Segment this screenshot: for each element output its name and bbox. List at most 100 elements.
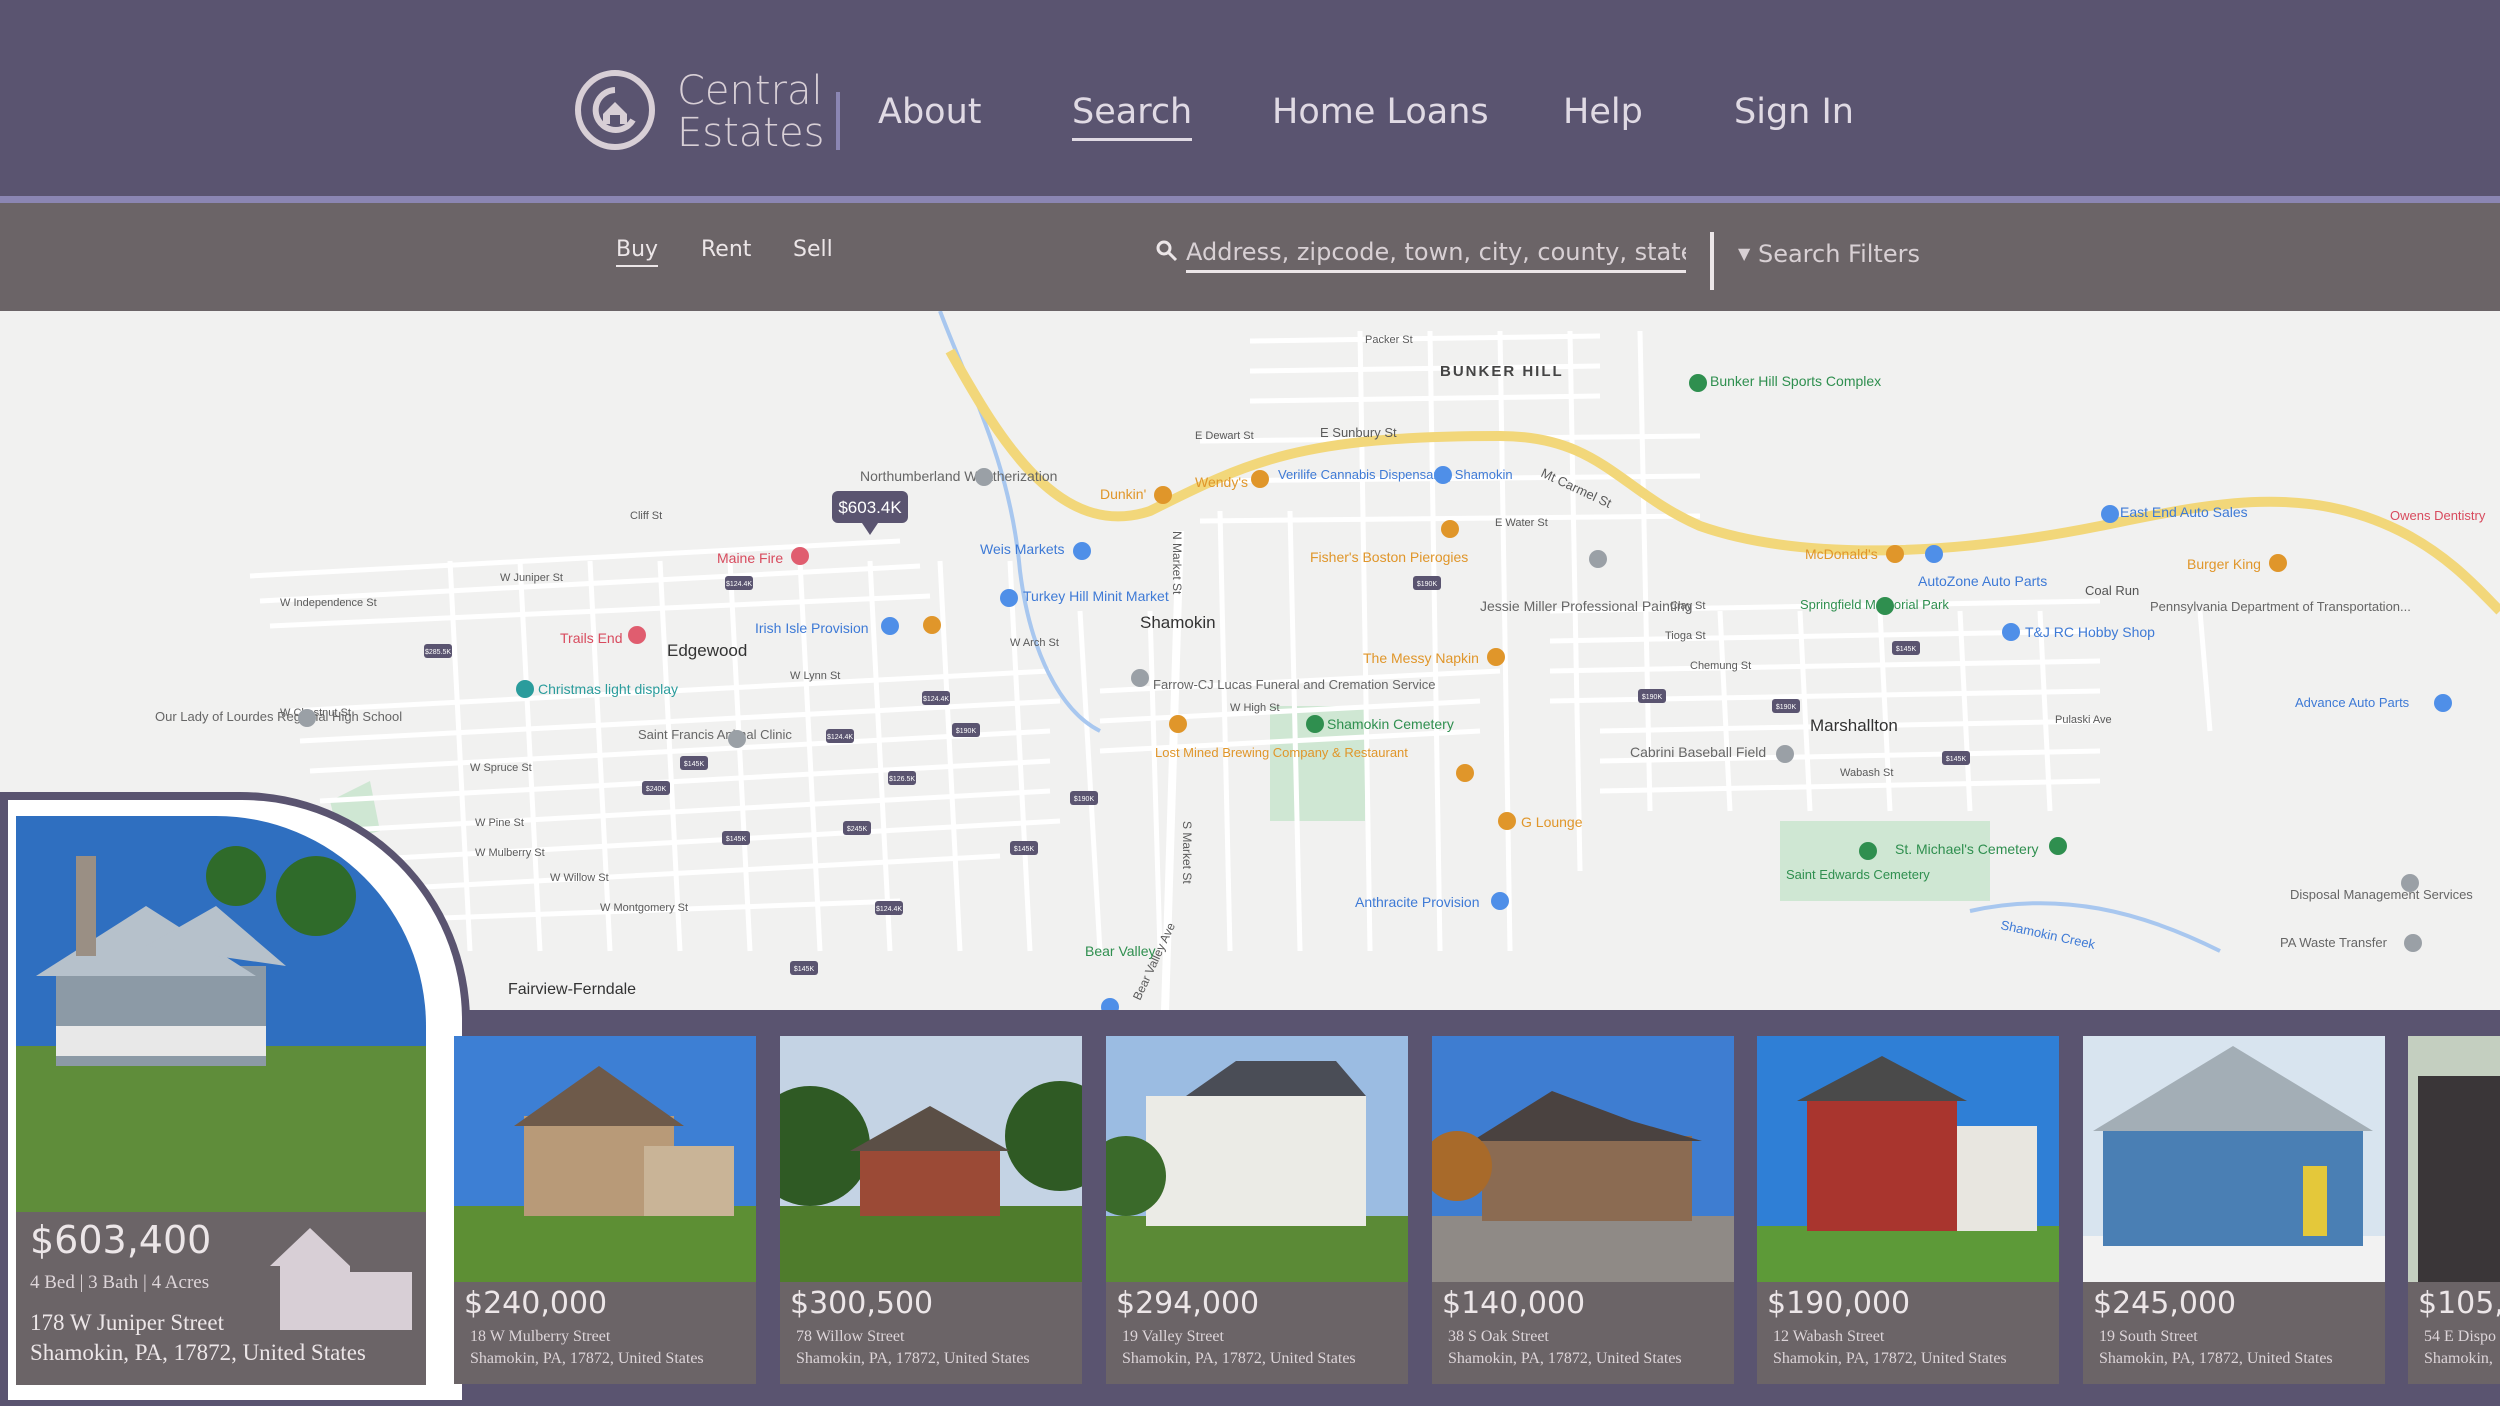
search-input[interactable] (1186, 234, 1686, 273)
svg-text:$190K: $190K (956, 728, 977, 735)
tab-buy[interactable]: Buy (616, 237, 659, 267)
listing-card[interactable]: $140,000 38 S Oak Street Shamokin, PA, 1… (1432, 1036, 1734, 1384)
place-penndot: Pennsylvania Department of Transportatio… (2150, 599, 2411, 614)
featured-city: Shamokin, PA, 17872, United States (30, 1340, 366, 1365)
listing-photo (1757, 1036, 2059, 1282)
place-wendys: Wendy's (1195, 474, 1248, 490)
listing-card[interactable]: $240,000 18 W Mulberry Street Shamokin, … (454, 1036, 756, 1384)
listing-street: 12 Wabash Street (1773, 1328, 1885, 1345)
search-icon[interactable] (1156, 240, 1178, 267)
listing-pin[interactable]: $285.5K (424, 644, 452, 658)
svg-text:$145K: $145K (1946, 756, 1967, 763)
listing-pin[interactable]: $124.4K (725, 576, 753, 590)
street-label-cliff: Cliff St (630, 510, 662, 522)
listing-price: $240,000 (464, 1286, 608, 1321)
listing-price: $140,000 (1442, 1286, 1586, 1321)
listing-pin[interactable]: $124.4K (826, 729, 854, 743)
listing-card[interactable]: $294,000 19 Valley Street Shamokin, PA, … (1106, 1036, 1408, 1384)
place-marshallton: Marshallton (1810, 716, 1898, 735)
nav-sign-in[interactable]: Sign In (1734, 92, 1854, 132)
listing-photo (454, 1036, 756, 1282)
listing-pin[interactable]: $145K (722, 831, 750, 845)
listing-pin[interactable]: $145K (1892, 641, 1920, 655)
listing-price: $190,000 (1767, 1286, 1911, 1321)
place-cemetery: Shamokin Cemetery (1327, 716, 1454, 732)
search-filters-label: Search Filters (1757, 240, 1920, 268)
nav-home-loans[interactable]: Home Loans (1272, 92, 1489, 132)
place-anthracite: Anthracite Provision (1355, 894, 1480, 910)
brand-line-1: Central (677, 68, 823, 114)
place-mcdonalds: McDonald's (1805, 546, 1878, 562)
listing-pin[interactable]: $145K (680, 756, 708, 770)
logo-icon[interactable] (575, 70, 655, 150)
listing-pin[interactable]: $190K (1070, 791, 1098, 805)
listing-pin[interactable]: $126.5K (888, 771, 916, 785)
listing-pin[interactable]: $190K (1638, 689, 1666, 703)
street-label-n-market: N Market St (1170, 531, 1184, 595)
svg-text:$124.4K: $124.4K (827, 734, 853, 741)
street-label-wabash: Wabash St (1840, 767, 1893, 779)
tab-sell[interactable]: Sell (793, 237, 833, 262)
listing-city: Shamokin, PA, 17872, United States (470, 1350, 704, 1367)
listing-pin[interactable]: $145K (790, 961, 818, 975)
search-filters-button[interactable]: ▼ Search Filters (1738, 240, 1920, 268)
street-label-dewart: E Dewart St (1195, 430, 1254, 442)
listing-card[interactable]: $105,4 54 E Dispo Shamokin, (2408, 1036, 2500, 1384)
listing-city: Shamokin, PA, 17872, United States (1773, 1350, 2007, 1367)
place-maine-fire: Maine Fire (717, 550, 783, 566)
listing-card[interactable]: $300,500 78 Willow Street Shamokin, PA, … (780, 1036, 1082, 1384)
svg-text:$190K: $190K (1074, 796, 1095, 803)
listing-city: Shamokin, (2424, 1350, 2493, 1367)
place-fairview: Fairview-Ferndale (508, 981, 636, 998)
nav-about[interactable]: About (878, 92, 981, 132)
listing-price: $245,000 (2093, 1286, 2237, 1321)
featured-specs: 4 Bed | 3 Bath | 4 Acres (30, 1272, 210, 1293)
place-coal-run: Coal Run (2085, 583, 2139, 598)
listing-pin[interactable]: $190K (952, 723, 980, 737)
street-label-water: E Water St (1495, 517, 1548, 529)
nav-separator (836, 92, 840, 150)
listing-city: Shamokin, PA, 17872, United States (2099, 1350, 2333, 1367)
park-saint-edwards (1780, 821, 1990, 901)
tab-rent[interactable]: Rent (701, 237, 751, 262)
listing-pin[interactable]: $190K (1772, 699, 1800, 713)
listing-pin[interactable]: $124.4K (875, 901, 903, 915)
listing-pin[interactable]: $124.4K (922, 691, 950, 705)
listing-pin[interactable]: $145K (1010, 841, 1038, 855)
street-label-tioga: Tioga St (1665, 630, 1706, 642)
place-lost-mined: Lost Mined Brewing Company & Restaurant (1155, 745, 1408, 760)
listing-photo (2408, 1036, 2500, 1282)
listing-pin[interactable]: $190K (1413, 576, 1441, 590)
nav-help[interactable]: Help (1563, 92, 1643, 132)
brand-name[interactable]: Central Estates (677, 70, 824, 154)
listing-street: 18 W Mulberry Street (470, 1328, 611, 1345)
listing-price: $105,4 (2418, 1286, 2500, 1321)
place-northumberland: Northumberland Weatherization (860, 468, 1057, 484)
street-label-independence: W Independence St (280, 597, 377, 609)
svg-text:$190K: $190K (1642, 694, 1663, 701)
header-divider (0, 196, 2500, 203)
listing-pin[interactable]: $240K (642, 781, 670, 795)
listing-card[interactable]: $245,000 19 South Street Shamokin, PA, 1… (2083, 1036, 2385, 1384)
place-bunker-hill-sports: Bunker Hill Sports Complex (1710, 373, 1881, 389)
place-tj: T&J RC Hobby Shop (2025, 624, 2155, 640)
street-label-bear-valley-ave: Bear Valley Ave (1130, 920, 1178, 1002)
listing-pin[interactable]: $245K (843, 821, 871, 835)
street-label-arch: W Arch St (1010, 637, 1059, 649)
street-label-lynn: W Lynn St (790, 670, 840, 682)
place-our-lady: Our Lady of Lourdes Regional High School (155, 709, 402, 724)
place-shamokin: Shamokin (1140, 613, 1216, 632)
svg-text:$145K: $145K (794, 966, 815, 973)
svg-text:$124.4K: $124.4K (726, 581, 752, 588)
listing-pin[interactable]: $145K (1942, 751, 1970, 765)
place-bear-valley: Bear Valley (1085, 943, 1156, 959)
nav-search[interactable]: Search (1072, 92, 1193, 141)
listing-city: Shamokin, PA, 17872, United States (796, 1350, 1030, 1367)
street-label-mt-carmel: Mt Carmel St (1539, 465, 1614, 511)
listing-card[interactable]: $190,000 12 Wabash Street Shamokin, PA, … (1757, 1036, 2059, 1384)
svg-text:$126.5K: $126.5K (889, 776, 915, 783)
listing-city: Shamokin, PA, 17872, United States (1448, 1350, 1682, 1367)
listing-street: 38 S Oak Street (1448, 1328, 1549, 1345)
selected-listing-pin[interactable]: $603.4K (832, 491, 908, 535)
place-turkey-hill: Turkey Hill Minit Market (1023, 588, 1169, 604)
